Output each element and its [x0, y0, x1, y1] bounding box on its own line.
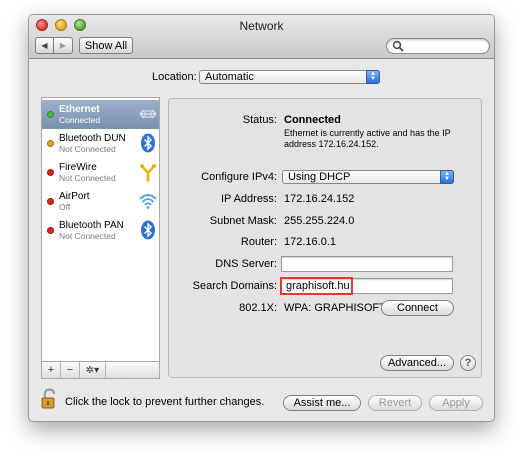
- router-label: Router:: [240, 236, 277, 248]
- status-description-line1: Ethernet is currently active and has the…: [284, 128, 451, 138]
- service-item-airport[interactable]: AirPort Off: [42, 187, 159, 216]
- search-domains-label: Search Domains:: [192, 280, 277, 292]
- popup-arrows-icon: ▲ ▼: [440, 170, 454, 184]
- status-dot: [47, 111, 54, 118]
- subnet-mask-value: 255.255.224.0: [284, 215, 355, 227]
- show-all-button[interactable]: Show All: [79, 37, 133, 54]
- bluetooth-icon: [141, 220, 155, 240]
- service-name: Bluetooth DUN: [59, 133, 126, 144]
- network-preferences-window: Network ◀ ▶ Show All Location: Automatic…: [28, 14, 495, 422]
- dns-server-label: DNS Server:: [215, 258, 277, 270]
- service-item-firewire[interactable]: FireWire Not Connected: [42, 158, 159, 187]
- service-status: Not Connected: [59, 173, 116, 183]
- configure-ipv4-label: Configure IPv4:: [201, 171, 277, 183]
- service-status: Off: [59, 202, 71, 212]
- configure-ipv4-popup[interactable]: Using DHCP ▲ ▼: [282, 170, 454, 184]
- firewire-icon: [140, 164, 156, 182]
- 8021x-value: WPA: GRAPHISOFT: [284, 302, 386, 314]
- service-name: Bluetooth PAN: [59, 220, 124, 231]
- configure-ipv4-value: Using DHCP: [288, 171, 351, 183]
- service-name: Ethernet: [59, 104, 100, 115]
- 8021x-label: 802.1X:: [239, 302, 277, 314]
- annotation-highlight-box: [280, 277, 353, 295]
- status-dot: [47, 169, 54, 176]
- back-button[interactable]: ◀: [35, 37, 54, 54]
- assist-me-button[interactable]: Assist me...: [283, 395, 361, 411]
- service-name: FireWire: [59, 162, 97, 173]
- advanced-button[interactable]: Advanced...: [380, 355, 454, 371]
- service-detail-panel: Status: Connected Ethernet is currently …: [168, 98, 482, 378]
- dns-server-field[interactable]: [281, 256, 453, 272]
- popup-arrows-icon: ▲ ▼: [366, 70, 380, 84]
- revert-button[interactable]: Revert: [368, 395, 422, 411]
- service-item-ethernet[interactable]: Ethernet Connected: [42, 100, 159, 129]
- location-value: Automatic: [205, 71, 254, 83]
- service-item-bluetooth-pan[interactable]: Bluetooth PAN Not Connected: [42, 216, 159, 245]
- title-bar: Network ◀ ▶ Show All: [29, 15, 494, 59]
- add-service-button[interactable]: +: [42, 362, 61, 378]
- bluetooth-icon: [141, 133, 155, 153]
- gear-menu-button[interactable]: ✲▾: [80, 362, 106, 378]
- service-status: Connected: [59, 115, 101, 125]
- ip-address-label: IP Address:: [220, 193, 277, 205]
- lock-icon[interactable]: [40, 388, 60, 410]
- apply-button[interactable]: Apply: [429, 395, 483, 411]
- location-label: Location:: [152, 71, 197, 83]
- remove-service-button[interactable]: −: [61, 362, 80, 378]
- help-button[interactable]: ?: [460, 355, 476, 371]
- subnet-mask-label: Subnet Mask:: [209, 215, 277, 227]
- status-dot: [47, 198, 54, 205]
- service-list-toolbar: + − ✲▾: [41, 361, 160, 379]
- nav-buttons: ◀ ▶: [35, 37, 73, 54]
- service-list: Ethernet Connected Bluetooth DUN Not Con…: [41, 97, 160, 379]
- ethernet-icon: [139, 109, 157, 119]
- service-status: Not Connected: [59, 144, 116, 154]
- connect-button[interactable]: Connect: [381, 300, 454, 316]
- search-input[interactable]: [386, 38, 490, 54]
- forward-button[interactable]: ▶: [54, 37, 73, 54]
- search-icon: [392, 40, 404, 52]
- location-popup[interactable]: Automatic ▲ ▼: [199, 70, 380, 84]
- status-description-line2: address 172.16.24.152.: [284, 139, 379, 149]
- lock-message: Click the lock to prevent further change…: [65, 396, 265, 408]
- wifi-icon: [139, 194, 157, 209]
- ip-address-value: 172.16.24.152: [284, 193, 355, 205]
- router-value: 172.16.0.1: [284, 236, 336, 248]
- service-name: AirPort: [59, 191, 90, 202]
- service-status: Not Connected: [59, 231, 116, 241]
- status-dot: [47, 227, 54, 234]
- window-title: Network: [239, 19, 284, 33]
- status-value: Connected: [284, 114, 341, 126]
- service-item-bluetooth-dun[interactable]: Bluetooth DUN Not Connected: [42, 129, 159, 158]
- status-dot: [47, 140, 54, 147]
- status-label: Status:: [242, 114, 277, 126]
